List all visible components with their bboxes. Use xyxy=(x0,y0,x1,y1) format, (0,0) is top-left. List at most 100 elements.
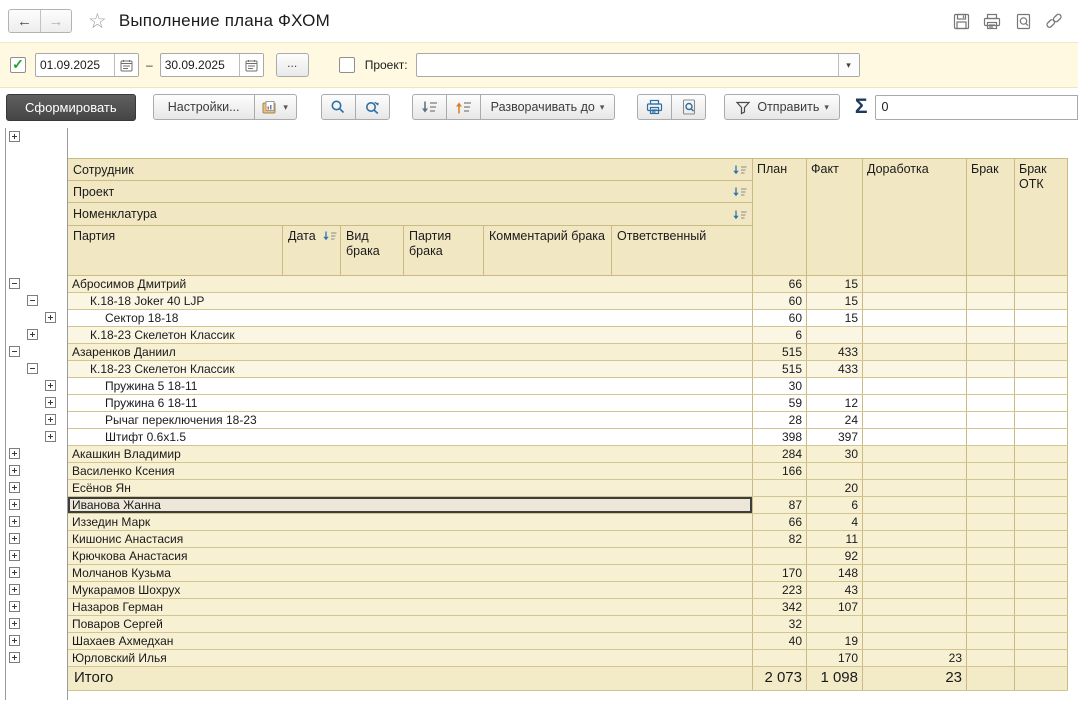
calendar-icon[interactable] xyxy=(114,54,138,76)
report-row[interactable]: К.18-18 Joker 40 LJP6015 xyxy=(68,293,1068,310)
report-row[interactable]: Кишонис Анастасия8211 xyxy=(68,531,1068,548)
report-row[interactable]: К.18-23 Скелетон Классик6 xyxy=(68,327,1068,344)
report-row[interactable]: Мукарамов Шохрух22343 xyxy=(68,582,1068,599)
settings-button[interactable]: Настройки... xyxy=(153,94,255,120)
header-fact[interactable]: Факт xyxy=(807,159,863,276)
expand-icon[interactable] xyxy=(45,414,56,425)
row-defect_otk xyxy=(1015,650,1068,666)
expand-icon[interactable] xyxy=(9,550,20,561)
back-button[interactable]: ← xyxy=(9,10,40,32)
report-row[interactable]: Есёнов Ян20 xyxy=(68,480,1068,497)
report-row[interactable]: Василенко Ксения166 xyxy=(68,463,1068,480)
header-batch[interactable]: Партия xyxy=(68,226,283,275)
autosum-value-input[interactable] xyxy=(875,95,1078,120)
report-row[interactable]: Крючкова Анастасия92 xyxy=(68,548,1068,565)
row-fact: 20 xyxy=(807,480,863,496)
sort-icon[interactable] xyxy=(732,210,747,221)
header-defect-comment[interactable]: Комментарий брака xyxy=(484,226,612,275)
expand-icon[interactable] xyxy=(9,465,20,476)
row-defect_otk xyxy=(1015,429,1068,445)
collapse-icon[interactable] xyxy=(27,295,38,306)
header-date[interactable]: Дата xyxy=(283,226,341,275)
expand-icon[interactable] xyxy=(9,652,20,663)
expand-icon[interactable] xyxy=(9,635,20,646)
expand-icon[interactable] xyxy=(45,312,56,323)
header-employee[interactable]: Сотрудник xyxy=(68,159,753,181)
report-row[interactable]: Молчанов Кузьма170148 xyxy=(68,565,1068,582)
report-row[interactable]: Юрловский Илья17023 xyxy=(68,650,1068,667)
row-defect xyxy=(967,480,1015,496)
expand-icon[interactable] xyxy=(9,482,20,493)
report-row[interactable]: Акашкин Владимир28430 xyxy=(68,446,1068,463)
date-from-input[interactable] xyxy=(36,54,114,76)
project-input[interactable] xyxy=(417,54,838,76)
header-nomenclature[interactable]: Номенклатура xyxy=(68,203,753,226)
report-row[interactable]: Пружина 6 18-115912 xyxy=(68,395,1068,412)
header-defect[interactable]: Брак xyxy=(967,159,1015,276)
print-button[interactable] xyxy=(637,94,672,120)
collapse-icon[interactable] xyxy=(9,346,20,357)
header-responsible[interactable]: Ответственный xyxy=(612,226,753,275)
expand-icon[interactable] xyxy=(9,448,20,459)
get-link-icon[interactable] xyxy=(1044,11,1064,31)
generate-button[interactable]: Сформировать xyxy=(6,94,136,121)
total-row[interactable]: Итого 2 073 1 098 23 xyxy=(68,667,1068,691)
calendar-icon[interactable] xyxy=(239,54,263,76)
collapse-icon[interactable] xyxy=(27,363,38,374)
header-plan[interactable]: План xyxy=(753,159,807,276)
report-row[interactable]: Рычаг переключения 18-232824 xyxy=(68,412,1068,429)
period-more-button[interactable]: ... xyxy=(276,53,309,77)
report-row[interactable]: Шахаев Ахмедхан4019 xyxy=(68,633,1068,650)
header-defect-otk[interactable]: Брак ОТК xyxy=(1015,159,1068,276)
sort-icon[interactable] xyxy=(322,231,337,242)
report-row[interactable]: Азаренков Даниил515433 xyxy=(68,344,1068,361)
report-row[interactable]: Пружина 5 18-1130 xyxy=(68,378,1068,395)
print-preview-icon[interactable] xyxy=(1013,11,1033,31)
favorite-star-icon[interactable]: ☆ xyxy=(88,11,107,32)
project-dropdown-button[interactable]: ▾ xyxy=(838,54,859,76)
report-row[interactable]: Штифт 0.6х1.5398397 xyxy=(68,429,1068,446)
expand-icon[interactable] xyxy=(45,380,56,391)
expand-icon[interactable] xyxy=(9,499,20,510)
header-project[interactable]: Проект xyxy=(68,181,753,203)
save-icon[interactable] xyxy=(951,11,971,31)
header-rework[interactable]: Доработка xyxy=(863,159,967,276)
report-row[interactable]: Поваров Сергей32 xyxy=(68,616,1068,633)
report-row[interactable]: Иванова Жанна876 xyxy=(68,497,1068,514)
expand-icon[interactable] xyxy=(45,431,56,442)
send-button[interactable]: Отправить ▾ xyxy=(724,94,840,120)
row-fact: 6 xyxy=(807,497,863,513)
expand-icon[interactable] xyxy=(9,601,20,612)
expand-icon[interactable] xyxy=(27,329,38,340)
forward-button[interactable]: → xyxy=(40,10,71,32)
expand-icon[interactable] xyxy=(9,618,20,629)
expand-icon[interactable] xyxy=(9,584,20,595)
expand-icon[interactable] xyxy=(9,533,20,544)
header-defect-type[interactable]: Вид брака xyxy=(341,226,404,275)
sort-icon[interactable] xyxy=(732,187,747,198)
print-icon[interactable] xyxy=(982,11,1002,31)
search-next-button[interactable] xyxy=(355,94,390,120)
report-row[interactable]: К.18-23 Скелетон Классик515433 xyxy=(68,361,1068,378)
header-defect-batch[interactable]: Партия брака xyxy=(404,226,484,275)
tree-gutter-cell xyxy=(6,615,67,632)
preview-button[interactable] xyxy=(671,94,706,120)
search-button[interactable] xyxy=(321,94,356,120)
report-variants-button[interactable]: ▾ xyxy=(254,94,297,120)
report-row[interactable]: Назаров Герман342107 xyxy=(68,599,1068,616)
expand-icon[interactable] xyxy=(45,397,56,408)
expand-icon[interactable] xyxy=(9,516,20,527)
collapse-icon[interactable] xyxy=(9,278,20,289)
report-row[interactable]: Абросимов Дмитрий6615 xyxy=(68,276,1068,293)
expand-all-icon[interactable] xyxy=(9,131,20,142)
report-row[interactable]: Сектор 18-186015 xyxy=(68,310,1068,327)
period-checkbox[interactable]: ✓ xyxy=(10,57,26,73)
expand-icon[interactable] xyxy=(9,567,20,578)
date-to-input[interactable] xyxy=(161,54,239,76)
expand-groups-button[interactable] xyxy=(446,94,481,120)
expand-to-button[interactable]: Разворачивать до ▾ xyxy=(480,94,616,120)
project-checkbox[interactable] xyxy=(339,57,355,73)
sort-icon[interactable] xyxy=(732,165,747,176)
collapse-groups-button[interactable] xyxy=(412,94,447,120)
report-row[interactable]: Иззедин Марк664 xyxy=(68,514,1068,531)
